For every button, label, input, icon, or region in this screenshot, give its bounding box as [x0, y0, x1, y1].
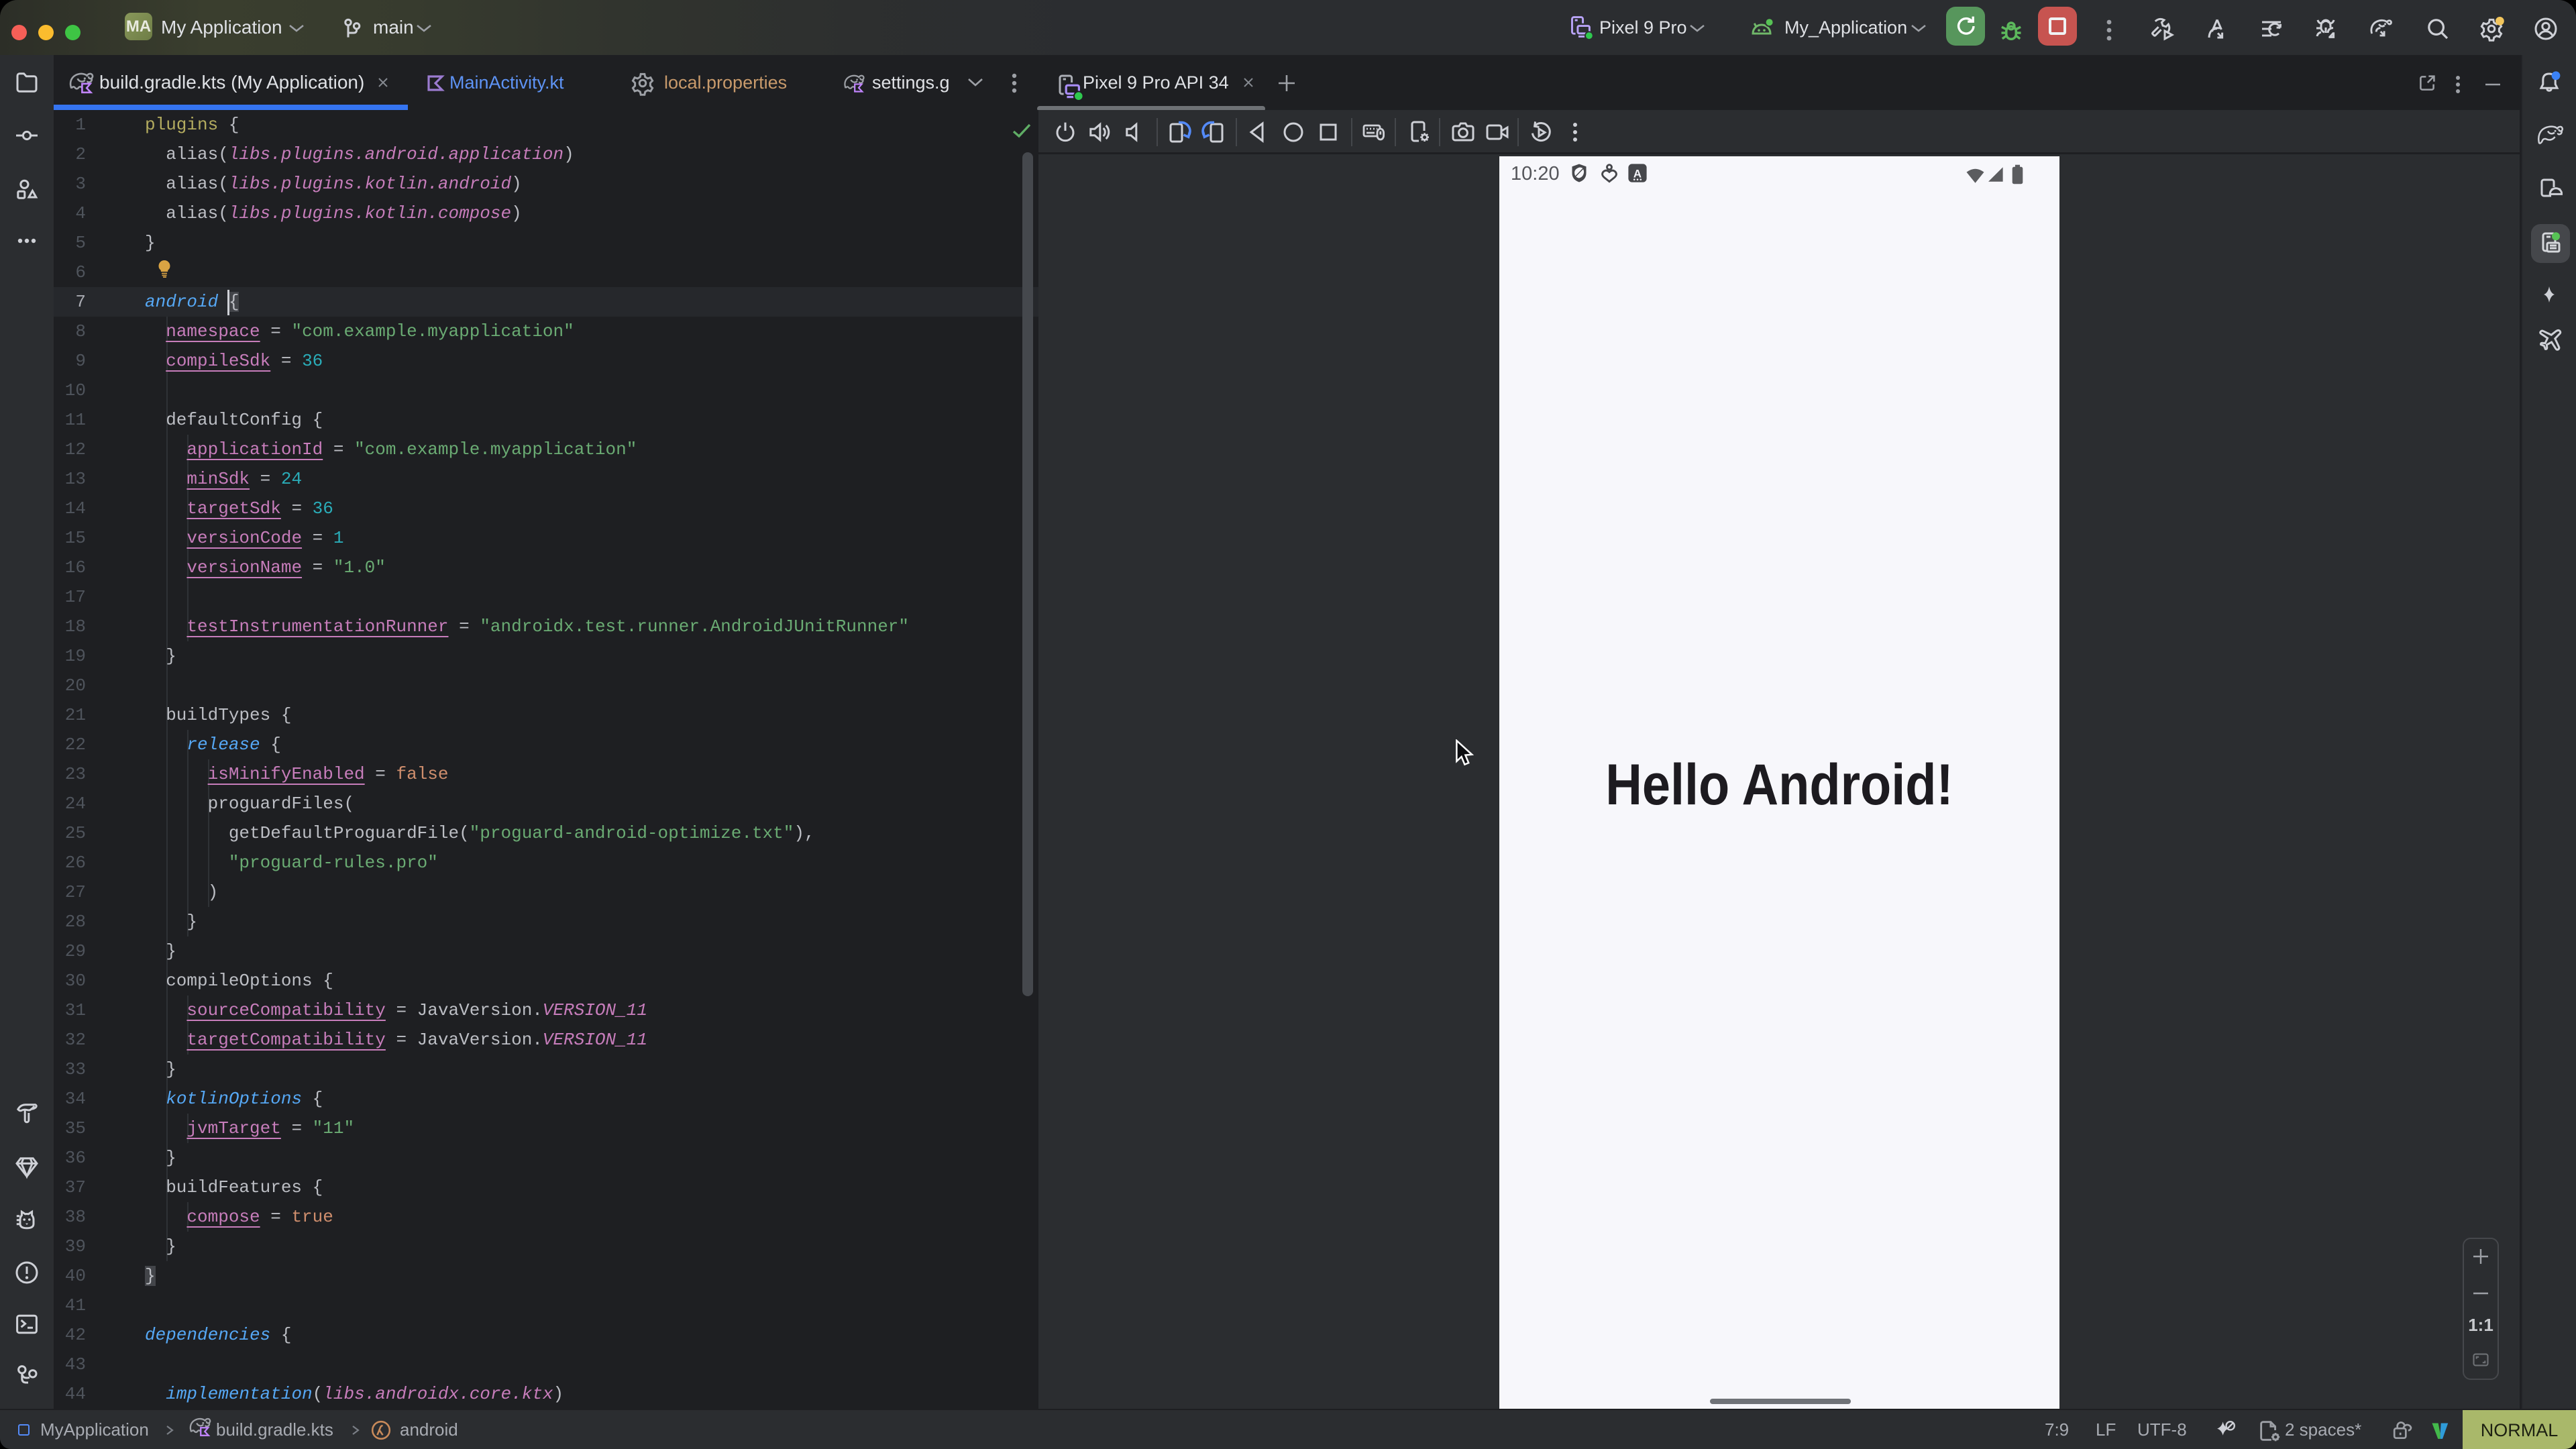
svg-text:A: A	[1633, 168, 1642, 180]
